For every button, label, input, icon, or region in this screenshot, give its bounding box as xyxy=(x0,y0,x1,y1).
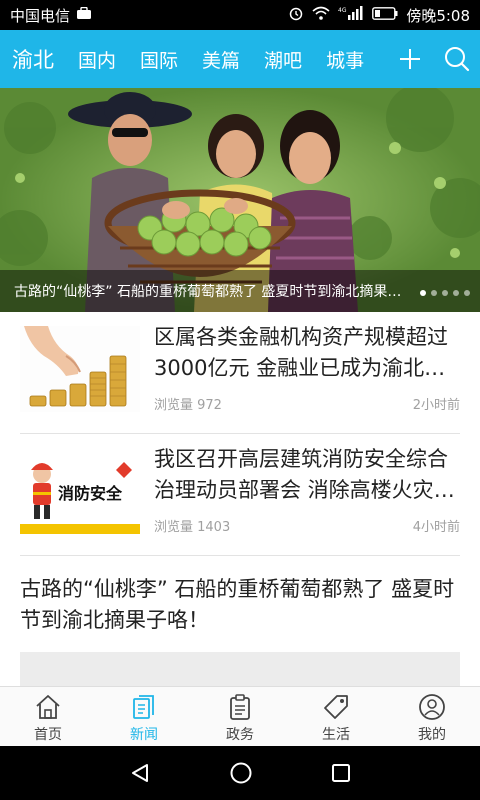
carousel-dot xyxy=(420,290,426,296)
status-right: 4G 傍晚5:08 xyxy=(288,5,470,26)
briefcase-icon xyxy=(76,6,92,24)
view-count: 浏览量 972 xyxy=(154,398,222,413)
publish-time: 4小时前 xyxy=(412,520,460,535)
publish-time: 2小时前 xyxy=(412,398,460,413)
tab-mine[interactable]: 我的 xyxy=(384,687,480,746)
search-icon xyxy=(445,47,470,72)
tab-news[interactable]: 新闻 xyxy=(96,687,192,746)
tab-life[interactable]: 生活 xyxy=(288,687,384,746)
carousel-dot xyxy=(431,290,437,296)
clock: 傍晚5:08 xyxy=(406,6,470,25)
home-circle-icon[interactable] xyxy=(229,761,253,785)
svg-text:4G: 4G xyxy=(338,7,347,14)
featured-news-item[interactable]: 古路的“仙桃李” 石船的重桥葡萄都熟了 盛夏时节到渝北摘果子咯！ xyxy=(20,574,460,636)
tab-government[interactable]: 政务 xyxy=(192,687,288,746)
tab-government-label: 政务 xyxy=(226,727,254,743)
bottom-tab-bar: 首页 新闻 政务 生活 我的 xyxy=(0,686,480,746)
carousel-dot xyxy=(464,290,470,296)
news-title: 我区召开高层建筑消防安全综合治理动员部署会 消除高楼火灾隐患 xyxy=(154,447,455,502)
banner-caption-text: 古路的“仙桃李” 石船的重桥葡萄都熟了 盛夏时节到渝北摘果子咯！ xyxy=(14,284,406,300)
news-icon xyxy=(133,695,154,719)
tab-mine-label: 我的 xyxy=(418,727,446,743)
view-count: 浏览量 1403 xyxy=(154,520,231,535)
plus-icon xyxy=(400,49,420,69)
add-channel-button[interactable] xyxy=(394,30,426,88)
channel-tab-chaoba[interactable]: 潮吧 xyxy=(264,46,302,73)
signal-4g-icon: 4G xyxy=(338,6,364,24)
news-list-item[interactable]: 消防安全 我区召开高层建筑消防安全综合治理动员部署会 消除高楼火灾隐患 浏览量 … xyxy=(20,434,460,556)
tab-life-label: 生活 xyxy=(322,727,350,743)
channel-tab-domestic[interactable]: 国内 xyxy=(78,46,116,73)
carousel-dot xyxy=(442,290,448,296)
coins-hand-thumbnail xyxy=(20,326,140,412)
news-meta: 浏览量 972 2小时前 xyxy=(154,394,460,413)
alarm-icon xyxy=(288,5,304,25)
tab-news-label: 新闻 xyxy=(130,727,158,743)
channel-tab-meipian[interactable]: 美篇 xyxy=(202,46,240,73)
home-icon xyxy=(36,695,60,719)
wifi-icon xyxy=(312,6,330,24)
banner-carousel[interactable]: 古路的“仙桃李” 石船的重桥葡萄都熟了 盛夏时节到渝北摘果子咯！ xyxy=(0,88,480,312)
fire-safety-thumbnail: 消防安全 xyxy=(20,448,140,534)
status-bar: 中国电信 4G 傍晚5:08 xyxy=(0,0,480,30)
channel-tab-city[interactable]: 城事 xyxy=(326,46,364,73)
back-icon[interactable] xyxy=(129,762,151,784)
tab-home-label: 首页 xyxy=(34,727,62,743)
channel-tab-international[interactable]: 国际 xyxy=(140,46,178,73)
clipboard-icon xyxy=(230,694,250,720)
carrier-info: 中国电信 xyxy=(10,5,92,26)
featured-news-title: 古路的“仙桃李” 石船的重桥葡萄都熟了 盛夏时节到渝北摘果子咯！ xyxy=(20,577,455,632)
carousel-dot xyxy=(453,290,459,296)
tag-icon xyxy=(324,695,348,719)
battery-icon xyxy=(372,6,398,24)
tab-home[interactable]: 首页 xyxy=(0,687,96,746)
carousel-indicator xyxy=(420,290,470,296)
recents-icon[interactable] xyxy=(331,763,351,783)
banner-caption: 古路的“仙桃李” 石船的重桥葡萄都熟了 盛夏时节到渝北摘果子咯！ xyxy=(0,270,480,312)
news-list-item[interactable]: 区属各类金融机构资产规模超过3000亿元 金融业已成为渝北经济发展重要支柱 浏览… xyxy=(20,312,460,434)
channel-tab-yubei[interactable]: 渝北 xyxy=(12,44,54,74)
news-meta: 浏览量 1403 4小时前 xyxy=(154,516,460,535)
news-title: 区属各类金融机构资产规模超过3000亿元 金融业已成为渝北经济发展重要支柱 xyxy=(154,325,448,380)
carrier-name: 中国电信 xyxy=(10,6,71,25)
user-icon xyxy=(419,694,445,720)
system-nav-bar xyxy=(0,746,480,800)
channel-nav: 渝北 国内 国际 美篇 潮吧 城事 xyxy=(0,30,480,88)
thumbnail-label: 消防安全 xyxy=(58,484,123,503)
search-button[interactable] xyxy=(440,30,474,88)
